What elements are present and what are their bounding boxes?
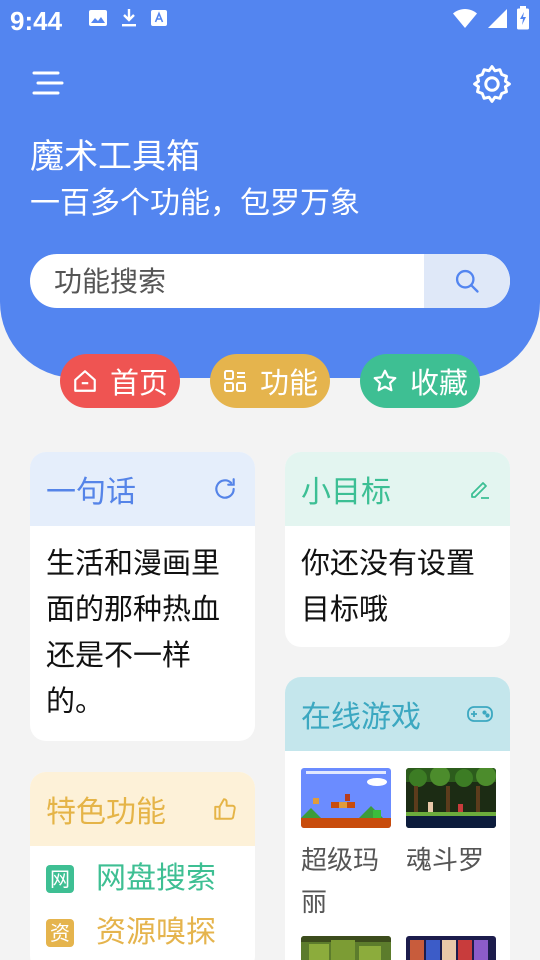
super-mario-thumbnail — [301, 768, 391, 828]
goal-text: 你还没有设置目标哦 — [301, 546, 476, 626]
gamepad-icon — [466, 700, 494, 728]
grid-icon — [222, 368, 248, 394]
tab-functions[interactable]: 功能 — [210, 354, 330, 408]
image-icon — [89, 10, 107, 26]
netdisk-badge-icon: 网 — [46, 865, 74, 893]
gear-icon — [473, 65, 511, 103]
search-icon — [455, 269, 479, 293]
game-name: 魂斗罗 — [406, 846, 485, 876]
tab-favorites-label: 收藏 — [410, 366, 469, 400]
search-button[interactable] — [424, 254, 510, 308]
battery-icon — [517, 6, 529, 30]
header-banner: 魔术工具箱 一百多个功能，包罗万象 — [0, 0, 540, 378]
feature-card-title: 特色功能 — [46, 795, 166, 830]
goal-card-title: 小目标 — [301, 475, 391, 510]
star-icon — [372, 368, 398, 394]
feature-label: 资源嗅探 — [96, 915, 216, 950]
menu-button[interactable] — [28, 66, 68, 102]
game-fighter[interactable] — [406, 936, 496, 960]
game-ninja-turtles[interactable] — [301, 936, 391, 960]
signal-icon — [488, 9, 507, 28]
download-icon — [122, 9, 136, 27]
search-input[interactable] — [30, 254, 424, 308]
home-icon — [72, 368, 98, 394]
tab-home[interactable]: 首页 — [60, 354, 180, 408]
wifi-icon — [453, 9, 477, 28]
tab-home-label: 首页 — [110, 366, 169, 400]
status-bar: 9:44 — [0, 0, 540, 44]
games-card-title: 在线游戏 — [301, 700, 421, 735]
edit-icon[interactable] — [466, 475, 494, 503]
settings-button[interactable] — [470, 62, 514, 106]
game-name: 超级玛丽 — [301, 846, 380, 918]
ninja-turtles-thumbnail — [301, 936, 391, 960]
quote-text: 生活和漫画里面的那种热血还是不一样的。 — [46, 546, 221, 718]
app-title: 魔术工具箱 — [30, 137, 200, 177]
tab-functions-label: 功能 — [260, 366, 319, 400]
games-card: 在线游戏 超级玛丽 魂斗罗 — [285, 677, 510, 960]
font-icon — [151, 10, 167, 26]
contra-thumbnail — [406, 768, 496, 828]
status-time: 9:44 — [10, 6, 63, 36]
game-super-mario[interactable]: 超级玛丽 — [301, 768, 391, 924]
feature-item-netdisk-search[interactable]: 网 网盘搜索 — [46, 852, 239, 906]
feature-card: 特色功能 网 网盘搜索 资 资源嗅探 — [30, 772, 255, 960]
feature-item-resource-sniff[interactable]: 资 资源嗅探 — [46, 906, 239, 960]
fighter-game-thumbnail — [406, 936, 496, 960]
search-bar — [30, 254, 510, 308]
tab-favorites[interactable]: 收藏 — [360, 354, 480, 408]
goal-card: 小目标 你还没有设置目标哦 — [285, 452, 510, 647]
thumbs-up-icon — [211, 795, 239, 823]
refresh-icon[interactable] — [211, 475, 239, 503]
resource-badge-icon: 资 — [46, 919, 74, 947]
quote-card-title: 一句话 — [46, 475, 136, 510]
quote-card: 一句话 生活和漫画里面的那种热血还是不一样的。 — [30, 452, 255, 741]
app-subtitle: 一百多个功能，包罗万象 — [30, 186, 360, 221]
menu-icon — [32, 71, 64, 95]
game-contra[interactable]: 魂斗罗 — [406, 768, 496, 882]
feature-label: 网盘搜索 — [96, 861, 216, 896]
